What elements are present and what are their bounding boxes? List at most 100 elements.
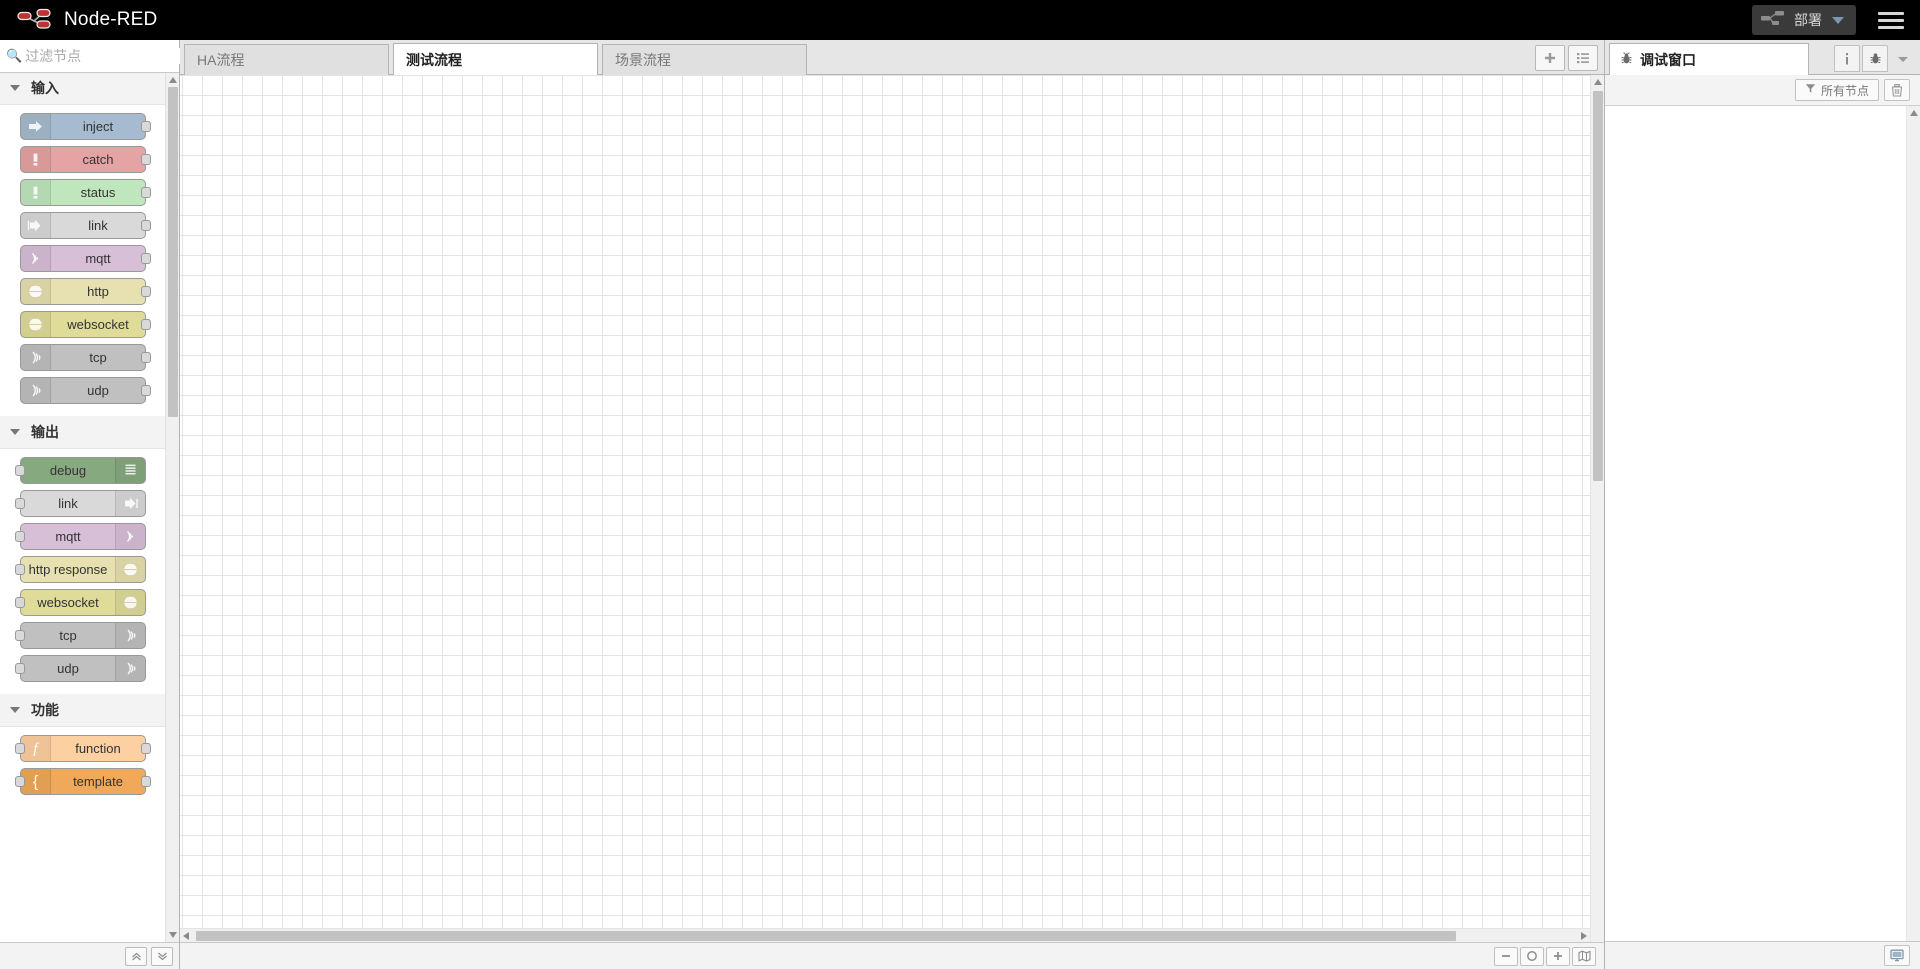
palette-node[interactable]: catch bbox=[20, 146, 151, 173]
flow-canvas-grid[interactable] bbox=[180, 75, 1590, 942]
node-port-in[interactable] bbox=[15, 531, 25, 542]
palette-node[interactable]: websocket bbox=[20, 311, 151, 338]
palette-node-label: mqtt bbox=[85, 251, 111, 266]
palette-node[interactable]: debug bbox=[15, 457, 146, 484]
collapse-all-button[interactable] bbox=[125, 946, 147, 966]
palette-node[interactable]: http response bbox=[15, 556, 146, 583]
brace-icon: { bbox=[21, 769, 51, 794]
canvas-vertical-scrollbar[interactable] bbox=[1590, 75, 1604, 942]
sidebar-more-button[interactable] bbox=[1890, 45, 1916, 72]
node-port-in[interactable] bbox=[15, 465, 25, 476]
palette-category-body: inject catch status link mqtt http websocket tc… bbox=[0, 105, 166, 416]
node-port-out[interactable] bbox=[141, 385, 151, 396]
palette-category-header[interactable]: 功能 bbox=[0, 694, 166, 727]
node-port-out[interactable] bbox=[141, 187, 151, 198]
palette-node[interactable]: http bbox=[20, 278, 151, 305]
debug-clear-button[interactable] bbox=[1884, 79, 1910, 101]
canvas-scroll-right-icon[interactable] bbox=[1581, 932, 1587, 940]
node-port-out[interactable] bbox=[141, 253, 151, 264]
node-port-in[interactable] bbox=[15, 663, 25, 674]
debug-filter-button[interactable]: 所有节点 bbox=[1794, 79, 1879, 101]
palette-category-header[interactable]: 输入 bbox=[0, 73, 166, 105]
flow-tab[interactable]: 测试流程 bbox=[393, 43, 598, 75]
flow-canvas-container[interactable] bbox=[180, 75, 1604, 942]
scroll-up-icon[interactable] bbox=[169, 77, 177, 83]
debug-message-list[interactable] bbox=[1605, 106, 1920, 941]
canvas-horizontal-scrollbar[interactable] bbox=[180, 928, 1590, 942]
flow-tab-label: HA流程 bbox=[197, 52, 245, 68]
palette-category-body: debug link mqtt http response websocket tcp ud… bbox=[0, 449, 166, 694]
node-port-out[interactable] bbox=[141, 352, 151, 363]
palette-node[interactable]: f function bbox=[15, 735, 151, 762]
node-port-out[interactable] bbox=[141, 121, 151, 132]
palette-node[interactable]: link bbox=[15, 490, 146, 517]
palette-scroll-thumb[interactable] bbox=[168, 87, 178, 417]
palette-node[interactable]: tcp bbox=[20, 344, 151, 371]
node-port-out[interactable] bbox=[141, 743, 151, 754]
palette-scrollbar[interactable] bbox=[165, 73, 179, 942]
signal-icon bbox=[21, 345, 51, 370]
node-port-in[interactable] bbox=[15, 564, 25, 575]
signal-icon bbox=[115, 656, 145, 681]
zoom-in-button[interactable] bbox=[1546, 946, 1570, 966]
palette-node-label: template bbox=[73, 774, 123, 789]
node-port-out[interactable] bbox=[141, 154, 151, 165]
palette-node[interactable]: udp bbox=[15, 655, 146, 682]
expand-all-button[interactable] bbox=[151, 946, 173, 966]
palette-node[interactable]: websocket bbox=[15, 589, 146, 616]
debug-scroll-up-icon[interactable] bbox=[1910, 110, 1918, 116]
palette-node-label: link bbox=[58, 496, 78, 511]
zoom-out-button[interactable] bbox=[1494, 946, 1518, 966]
node-port-out[interactable] bbox=[141, 319, 151, 330]
palette-search[interactable]: 🔍 bbox=[0, 40, 207, 73]
deploy-button[interactable]: 部署 bbox=[1752, 5, 1856, 35]
canvas-horizontal-scroll-thumb[interactable] bbox=[196, 931, 1456, 941]
palette-categories: 输入 inject catch status link mqtt http websocket… bbox=[0, 73, 166, 807]
zoom-reset-button[interactable] bbox=[1520, 946, 1544, 966]
debug-tab-button[interactable] bbox=[1862, 45, 1888, 72]
info-tab-button[interactable] bbox=[1834, 45, 1860, 72]
node-port-out[interactable] bbox=[141, 220, 151, 231]
monitor-button[interactable] bbox=[1884, 945, 1910, 966]
right-sidebar: 调试窗口 所有节点 bbox=[1604, 40, 1920, 969]
node-port-in[interactable] bbox=[15, 630, 25, 641]
flow-tab[interactable]: 场景流程 bbox=[602, 44, 807, 75]
app-title: Node-RED bbox=[64, 9, 158, 30]
node-port-out[interactable] bbox=[141, 286, 151, 297]
node-port-in[interactable] bbox=[15, 776, 25, 787]
palette-node-label: inject bbox=[82, 119, 114, 134]
add-flow-button[interactable] bbox=[1535, 45, 1565, 71]
palette-node[interactable]: status bbox=[20, 179, 151, 206]
canvas-scroll-left-icon[interactable] bbox=[183, 932, 189, 940]
caret-down-icon[interactable] bbox=[1832, 16, 1844, 24]
tab-debug[interactable]: 调试窗口 bbox=[1609, 43, 1809, 75]
globe-icon bbox=[115, 590, 145, 615]
canvas-vertical-scroll-thumb[interactable] bbox=[1593, 91, 1603, 481]
flow-tab[interactable]: HA流程 bbox=[184, 44, 389, 75]
node-port-out[interactable] bbox=[141, 776, 151, 787]
palette-category-header[interactable]: 输出 bbox=[0, 416, 166, 449]
palette-node[interactable]: link bbox=[20, 212, 151, 239]
navigator-button[interactable] bbox=[1572, 946, 1596, 966]
palette-node-label: tcp bbox=[59, 628, 77, 643]
palette-node[interactable]: mqtt bbox=[15, 523, 146, 550]
list-flows-button[interactable] bbox=[1568, 45, 1598, 71]
signal-icon bbox=[115, 623, 145, 648]
node-port-in[interactable] bbox=[15, 498, 25, 509]
exclamation-icon bbox=[21, 147, 51, 172]
palette-node[interactable]: inject bbox=[20, 113, 151, 140]
palette-node[interactable]: mqtt bbox=[20, 245, 151, 272]
palette-node[interactable]: tcp bbox=[15, 622, 146, 649]
node-port-in[interactable] bbox=[15, 743, 25, 754]
hamburger-menu-icon[interactable] bbox=[1878, 8, 1906, 32]
palette-node[interactable]: { template bbox=[15, 768, 151, 795]
globe-icon bbox=[21, 279, 51, 304]
debug-scrollbar[interactable] bbox=[1906, 106, 1920, 941]
arrow-right-icon bbox=[21, 114, 51, 139]
brand: Node-RED bbox=[0, 8, 157, 32]
scroll-down-icon[interactable] bbox=[169, 932, 177, 938]
node-port-in[interactable] bbox=[15, 597, 25, 608]
palette-node[interactable]: udp bbox=[20, 377, 151, 404]
node-palette: 🔍 输入 inject catch status link mqtt http websock… bbox=[0, 40, 207, 969]
canvas-scroll-up-icon[interactable] bbox=[1594, 79, 1602, 85]
